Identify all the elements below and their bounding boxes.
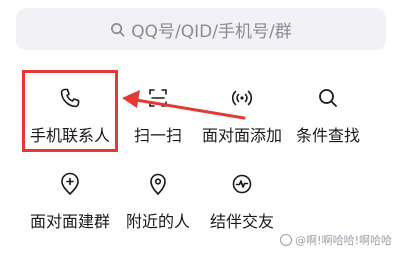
watermark: @啊!啊哈哈!啊哈哈: [280, 232, 392, 248]
watermark-text: @啊!啊哈哈!啊哈哈: [295, 234, 392, 247]
annotation-arrow: [122, 90, 246, 120]
watermark-logo-icon: [280, 234, 293, 246]
